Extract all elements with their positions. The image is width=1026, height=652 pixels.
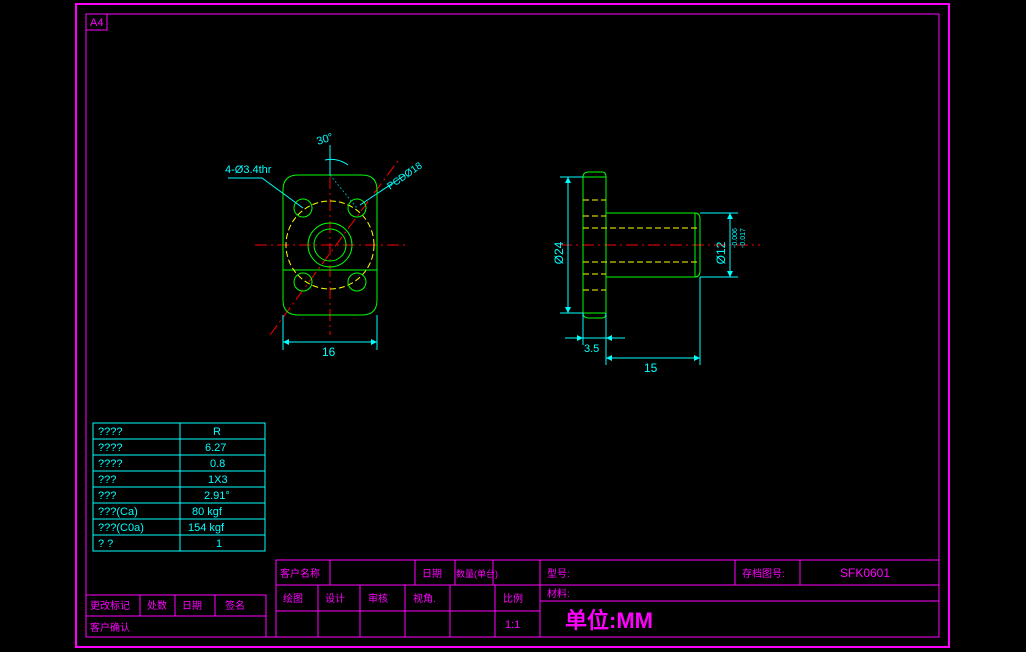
cad-drawing-sheet: A4 30° 4-Ø3.4thr PCDØ18 16 Ø24 [0,0,1026,652]
svg-text:更改标记: 更改标记 [90,599,130,612]
revision-block: 更改标记 处数 日期 签名 客户确认 [86,595,266,637]
dim-od: Ø24 [552,241,566,264]
svg-text:???(Ca): ???(Ca) [98,506,138,518]
dim-tol2: -0.017 [740,228,747,248]
svg-text:处数: 处数 [147,599,167,612]
svg-text:签名: 签名 [225,599,245,612]
svg-text:存档图号:: 存档图号: [742,567,785,580]
svg-text:???: ??? [98,490,116,502]
svg-text:客户确认: 客户确认 [90,621,130,634]
svg-text:???: ??? [98,474,116,486]
svg-text:设计: 设计 [325,592,345,605]
dim-length: 15 [644,361,658,375]
dim-hole-note: 4-Ø3.4thr [225,164,272,176]
svg-text:????: ???? [98,442,122,454]
svg-text:数量(单台): 数量(单台) [456,568,498,579]
dim-flange-thk: 3.5 [584,343,599,355]
title-block: 客户名称 日期 数量(单台) 型号: 存档图号: SFK0601 材料: 绘图 … [276,560,939,637]
svg-text:2.91°: 2.91° [204,490,230,502]
svg-text:????: ???? [98,426,122,438]
unit-label: 单位:MM [565,608,653,633]
svg-text:型号:: 型号: [547,567,570,580]
svg-text:80 kgf: 80 kgf [192,506,223,518]
svg-text:0.8: 0.8 [210,458,225,470]
dim-pcd: PCDØ18 [385,160,424,192]
dim-angle: 30° [315,131,335,148]
inner-frame [86,14,939,637]
svg-text:????: ???? [98,458,122,470]
svg-text:日期: 日期 [182,600,202,612]
svg-text:客户名称: 客户名称 [280,567,320,580]
side-view: Ø24 Ø12 -0.006 -0.017 3.5 15 [552,172,760,375]
dim-width: 16 [322,345,336,359]
svg-text:绘图: 绘图 [283,592,303,605]
svg-text:? ?: ? ? [98,538,113,550]
svg-text:6.27: 6.27 [205,442,226,454]
svg-text:1: 1 [216,538,222,550]
sheet-label: A4 [90,17,103,29]
scale-value: 1:1 [505,619,520,631]
svg-text:审核: 审核 [368,592,388,605]
svg-text:154 kgf: 154 kgf [188,522,225,534]
svg-text:比例: 比例 [503,592,523,605]
svg-text:视角.: 视角. [413,592,436,605]
dim-tol1: -0.006 [732,228,739,248]
spec-table: ???? R ???? 6.27 ???? 0.8 ??? 1X3 ??? 2.… [93,423,265,551]
svg-text:R: R [213,426,221,438]
drawing-number: SFK0601 [840,566,890,580]
front-view: 30° 4-Ø3.4thr PCDØ18 16 [225,131,425,359]
svg-text:材料:: 材料: [547,587,570,600]
dim-shaft: Ø12 [714,241,728,264]
svg-text:1X3: 1X3 [208,474,228,486]
svg-text:???(C0a): ???(C0a) [98,522,144,534]
svg-text:日期: 日期 [422,568,442,580]
